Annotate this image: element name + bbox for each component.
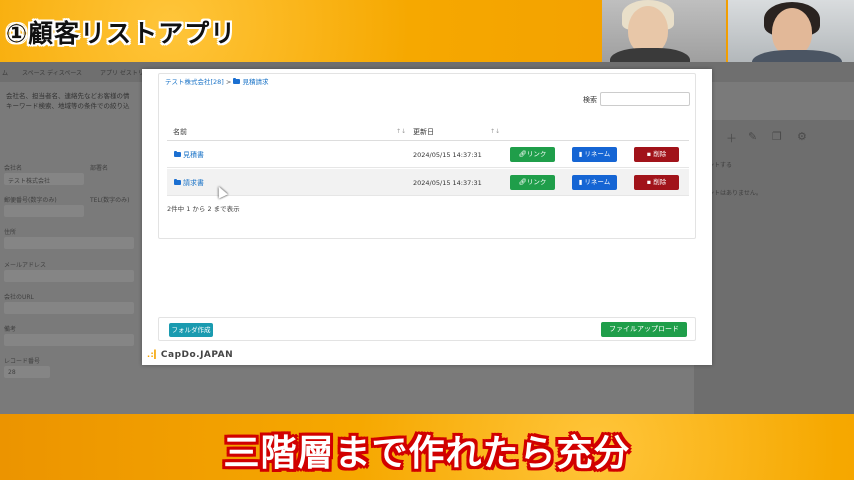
bg-note-label: 備考 [4, 326, 17, 333]
folder-icon [174, 150, 181, 157]
bg-address-label: 住所 [4, 229, 17, 236]
link-icon: 🔗︎ [518, 150, 527, 158]
logo-mark-icon: .:▎ [147, 350, 161, 359]
sort-name-icon[interactable]: ↑↓ [396, 128, 406, 135]
capdo-logo: .:▎CapDo.JAPAN [147, 350, 233, 360]
participant-1-face [628, 6, 668, 54]
link-icon: 🔗︎ [518, 178, 527, 186]
breadcrumb-parent-link[interactable]: テスト株式会社[28] [165, 78, 224, 86]
table-row: 見積書 2024/05/15 14:37:31 🔗︎リンク ▮ リネーム ▪ 削… [167, 141, 689, 168]
breadcrumb-separator: > [225, 78, 232, 86]
file-list-panel: テスト株式会社[28] > 見積請求 検索 名前 ↑↓ 更新日 ↑↓ 見積書 2… [158, 73, 696, 239]
link-button[interactable]: 🔗︎リンク [510, 147, 555, 162]
delete-button[interactable]: ▪ 削除 [634, 147, 679, 162]
search-input[interactable] [600, 92, 690, 106]
bg-record-value: 28 [8, 369, 16, 376]
bg-url-field [4, 302, 134, 314]
sort-updated-icon[interactable]: ↑↓ [490, 128, 500, 135]
bg-nav-item-2: アプリ ゼストリ [100, 70, 144, 77]
link-button[interactable]: 🔗︎リンク [510, 175, 555, 190]
row-count-info: 2件中 1 から 2 まで表示 [167, 205, 240, 213]
table-row: 請求書 2024/05/15 14:37:31 🔗︎リンク ▮ リネーム ▪ 削… [167, 169, 689, 196]
plus-icon: ＋ [726, 132, 737, 145]
bg-email-field [4, 270, 134, 282]
link-button-label: リンク [526, 178, 547, 186]
rename-button-label: リネーム [584, 150, 611, 158]
column-header-updated[interactable]: 更新日 [413, 127, 434, 137]
file-manager-modal: テスト株式会社[28] > 見積請求 検索 名前 ↑↓ 更新日 ↑↓ 見積書 2… [142, 69, 712, 365]
edit-icon: ✎ [748, 130, 758, 143]
webcam-participant-2: ハイパー開発部 [728, 0, 854, 70]
folder-name-text: 見積書 [183, 151, 204, 159]
rename-button-label: リネーム [584, 178, 611, 186]
updated-date: 2024/05/15 14:37:31 [413, 179, 482, 187]
delete-button-label: 削除 [653, 178, 667, 186]
link-button-label: リンク [526, 150, 547, 158]
folder-name-text: 請求書 [183, 179, 204, 187]
rename-button[interactable]: ▮ リネーム [572, 147, 617, 162]
modal-footer: フォルダ作成 ファイルアップロード [158, 317, 696, 341]
create-folder-button[interactable]: フォルダ作成 [169, 323, 213, 337]
bg-url-label: 会社のURL [4, 294, 34, 301]
copy-icon: ❐ [772, 130, 782, 143]
rename-button[interactable]: ▮ リネーム [572, 175, 617, 190]
bg-description-2: キーワード検索、地域等の条件での絞り込 [6, 102, 130, 110]
delete-button[interactable]: ▪ 削除 [634, 175, 679, 190]
bg-company-label: 会社名 [4, 165, 23, 172]
file-upload-button[interactable]: ファイルアップロード [601, 322, 687, 337]
participant-2-face [772, 8, 812, 56]
search-label: 検索 [583, 96, 597, 104]
bg-tel-label: TEL(数字のみ) [90, 197, 130, 204]
bg-nav-item-0: ム [2, 70, 9, 77]
bg-note-field [4, 334, 134, 346]
bg-postal-field [4, 205, 84, 217]
folder-icon [233, 77, 241, 84]
video-title: ①顧客リストアプリ [6, 19, 237, 48]
bg-dept-label: 部署名 [90, 165, 109, 172]
bg-record-label: レコード番号 [4, 358, 41, 365]
webcam-participant-1: ハイパー試作の最終回 [602, 0, 726, 70]
bg-nav-item-1: スペース ディスペース [22, 70, 83, 77]
updated-date: 2024/05/15 14:37:31 [413, 151, 482, 159]
bottom-caption: 三階層まで作れたら充分 [223, 433, 631, 474]
column-header-name[interactable]: 名前 [173, 127, 187, 137]
logo-text: CapDo.JAPAN [160, 350, 234, 360]
folder-icon [174, 178, 181, 185]
delete-button-label: 削除 [653, 150, 667, 158]
bg-company-value: テスト株式会社 [8, 178, 51, 185]
bg-address-field [4, 237, 134, 249]
bg-description-1: 会社名、担当者名、連絡先などお客様の情 [6, 92, 130, 100]
bg-email-label: メールアドレス [4, 262, 47, 269]
breadcrumb: テスト株式会社[28] > 見積請求 [165, 76, 268, 86]
folder-name-link[interactable]: 見積書 [174, 150, 204, 160]
bg-postal-label: 郵便番号(数字のみ) [4, 197, 57, 204]
folder-name-link[interactable]: 請求書 [174, 178, 204, 188]
breadcrumb-current[interactable]: 見積請求 [242, 78, 268, 86]
gear-icon: ⚙ [797, 130, 807, 143]
bg-comment-panel: メントする メントはありません。 [694, 120, 854, 414]
